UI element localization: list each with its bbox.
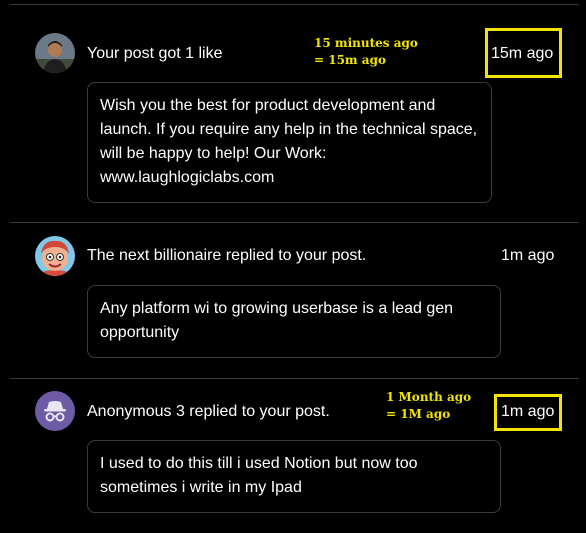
person-photo-icon <box>35 33 75 73</box>
notification-title: Anonymous 3 replied to your post. <box>87 403 330 420</box>
notification-message[interactable]: Wish you the best for product developmen… <box>87 82 492 203</box>
annotation-note-third: 1 Month ago = 1M ago <box>386 389 471 423</box>
cartoon-face-icon <box>35 236 75 276</box>
notification-message[interactable]: I used to do this till i used Notion but… <box>87 440 501 513</box>
divider <box>10 378 579 379</box>
highlight-box-first-time <box>485 28 562 78</box>
notification-time: 1m ago <box>501 247 555 264</box>
annotation-line: 1 Month ago <box>386 390 472 404</box>
incognito-icon <box>35 391 75 431</box>
notification-message[interactable]: Any platform wi to growing userbase is a… <box>87 285 501 358</box>
notification-title: The next billionaire replied to your pos… <box>87 247 367 264</box>
annotation-note-first: 15 minutes ago = 15m ago <box>314 35 418 69</box>
notification-title: Your post got 1 like <box>87 45 223 62</box>
annotation-line: 15 minutes ago <box>314 36 418 50</box>
highlight-box-third-time <box>494 394 562 431</box>
divider <box>10 222 579 223</box>
annotation-line: = 15m ago <box>314 53 386 67</box>
top-divider <box>10 4 579 5</box>
annotation-line: = 1M ago <box>386 407 451 421</box>
